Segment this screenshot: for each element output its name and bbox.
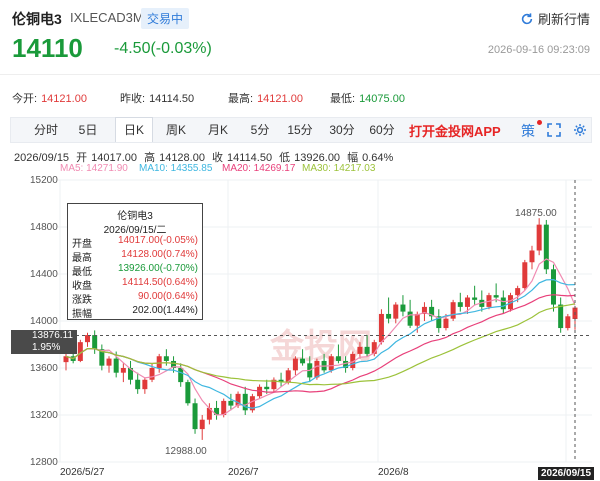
tab-5day[interactable]: 5日 <box>73 118 103 142</box>
fullscreen-icon[interactable] <box>547 123 561 137</box>
x-tick-label: 2026/5/27 <box>60 467 105 478</box>
candle-body <box>85 335 91 343</box>
y-tick-label: 13200 <box>30 410 58 421</box>
candle-body <box>443 318 449 329</box>
candle-body <box>149 368 155 380</box>
candle-body <box>292 358 298 371</box>
current-price: 14110 <box>12 33 83 63</box>
refresh-label: 刷新行情 <box>537 12 590 27</box>
candle-body <box>185 382 191 404</box>
candle-body <box>178 368 184 383</box>
candle-body <box>407 311 413 326</box>
tab-monthly-k[interactable]: 月K <box>203 118 233 142</box>
candle-body <box>414 313 420 326</box>
candle-body <box>199 419 205 430</box>
tooltip-row-amplitude: 振幅 202.00(1.44%) <box>72 305 198 320</box>
tab-daily-k[interactable]: 日K <box>115 117 153 142</box>
header-divider <box>0 74 600 75</box>
candle-body <box>550 269 556 305</box>
kline-tooltip: 伦铜电3 2026/09/15/二 开盘 14017.00(-0.05%) 最高 1… <box>67 203 203 320</box>
candle-body <box>536 224 542 251</box>
candle-body <box>543 224 549 270</box>
x-tick-label: 2026/7 <box>228 467 259 478</box>
price-change: -4.50(-0.03%) <box>114 40 212 57</box>
candle-body <box>242 393 248 411</box>
instrument-code: IXLECAD3M <box>70 10 144 25</box>
y-tick-label: 12800 <box>30 457 58 468</box>
candle-body <box>500 297 506 310</box>
candle-body <box>529 250 535 263</box>
candle-body <box>335 356 341 361</box>
settings-icon[interactable] <box>573 123 587 137</box>
candle-body <box>106 358 112 366</box>
candle-body <box>464 297 470 307</box>
candle-body <box>378 313 384 343</box>
candle-body <box>264 386 270 390</box>
candle-body <box>472 297 478 300</box>
candle-body <box>142 379 148 390</box>
stat-prev-close: 昨收: 14114.50 <box>120 93 195 105</box>
tab-60min[interactable]: 60分 <box>367 118 397 142</box>
candle-body <box>300 358 306 364</box>
candle-body <box>522 262 528 289</box>
crosshair-date-label: 2026/09/15 <box>538 467 595 480</box>
tooltip-row-low: 最低 13926.00(-0.70%) <box>72 263 198 278</box>
tab-30min[interactable]: 30分 <box>327 118 357 142</box>
trading-status-badge: 交易中 <box>141 8 190 29</box>
crosshair-price-label: 13876.11 1.95% <box>11 330 77 354</box>
refresh-button[interactable]: 刷新行情 <box>520 9 590 28</box>
low-annotation: 12988.00 <box>165 446 207 457</box>
open-app-link[interactable]: 打开金投网APP <box>409 121 501 140</box>
candle-body <box>357 346 363 354</box>
stat-high: 最高: 14121.00 <box>228 93 303 105</box>
tab-weekly-k[interactable]: 周K <box>161 118 191 142</box>
tooltip-row-high: 最高 14128.00(0.74%) <box>72 249 198 264</box>
refresh-icon <box>521 12 533 24</box>
y-tick-label: 13600 <box>30 363 58 374</box>
y-tick-label: 14000 <box>30 316 58 327</box>
y-tick-label: 14800 <box>30 222 58 233</box>
candle-body <box>228 400 234 406</box>
candle-body <box>400 304 406 312</box>
watermark-logo: 金投网 <box>269 327 372 366</box>
candle-body <box>314 360 320 378</box>
candle-body <box>364 346 370 354</box>
instrument-name: 伦铜电3 <box>12 11 62 27</box>
period-tab-bar: 分时 5日 日K 周K 月K 5分 15分 30分 60分 打开金投网APP 策 <box>10 117 592 143</box>
candle-body <box>393 304 399 319</box>
y-tick-label: 15200 <box>30 175 58 186</box>
candle-body <box>135 379 141 390</box>
high-annotation: 14875.00 <box>515 208 557 219</box>
candle-body <box>156 356 162 368</box>
tab-intraday[interactable]: 分时 <box>31 118 61 142</box>
candle-body <box>113 358 119 373</box>
candle-body <box>163 356 169 361</box>
candle-body <box>192 403 198 430</box>
candle-body <box>92 335 98 350</box>
candle-body <box>450 302 456 319</box>
stat-open: 今开: 14121.00 <box>12 93 87 105</box>
tooltip-row-close: 收盘 14114.50(0.64%) <box>72 277 198 292</box>
tooltip-row-open: 开盘 14017.00(-0.05%) <box>72 235 198 250</box>
tab-15min[interactable]: 15分 <box>285 118 315 142</box>
quote-datetime: 2026-09-16 09:23:09 <box>487 44 590 56</box>
y-tick-label: 14400 <box>30 269 58 280</box>
notification-dot <box>537 120 542 125</box>
candle-body <box>328 356 334 371</box>
candle-body <box>515 288 521 296</box>
candle-body <box>120 368 126 373</box>
candle-body <box>493 295 499 298</box>
candle-body <box>565 316 571 329</box>
tooltip-row-change: 涨跌 90.00(0.64%) <box>72 291 198 306</box>
strategy-icon[interactable]: 策 <box>521 121 535 141</box>
candle-body <box>558 304 564 329</box>
candle-body <box>457 302 463 307</box>
tab-5min[interactable]: 5分 <box>247 118 273 142</box>
candle-body <box>386 313 392 319</box>
x-tick-label: 2026/8 <box>378 467 409 478</box>
stat-low: 最低: 14075.00 <box>330 93 405 105</box>
